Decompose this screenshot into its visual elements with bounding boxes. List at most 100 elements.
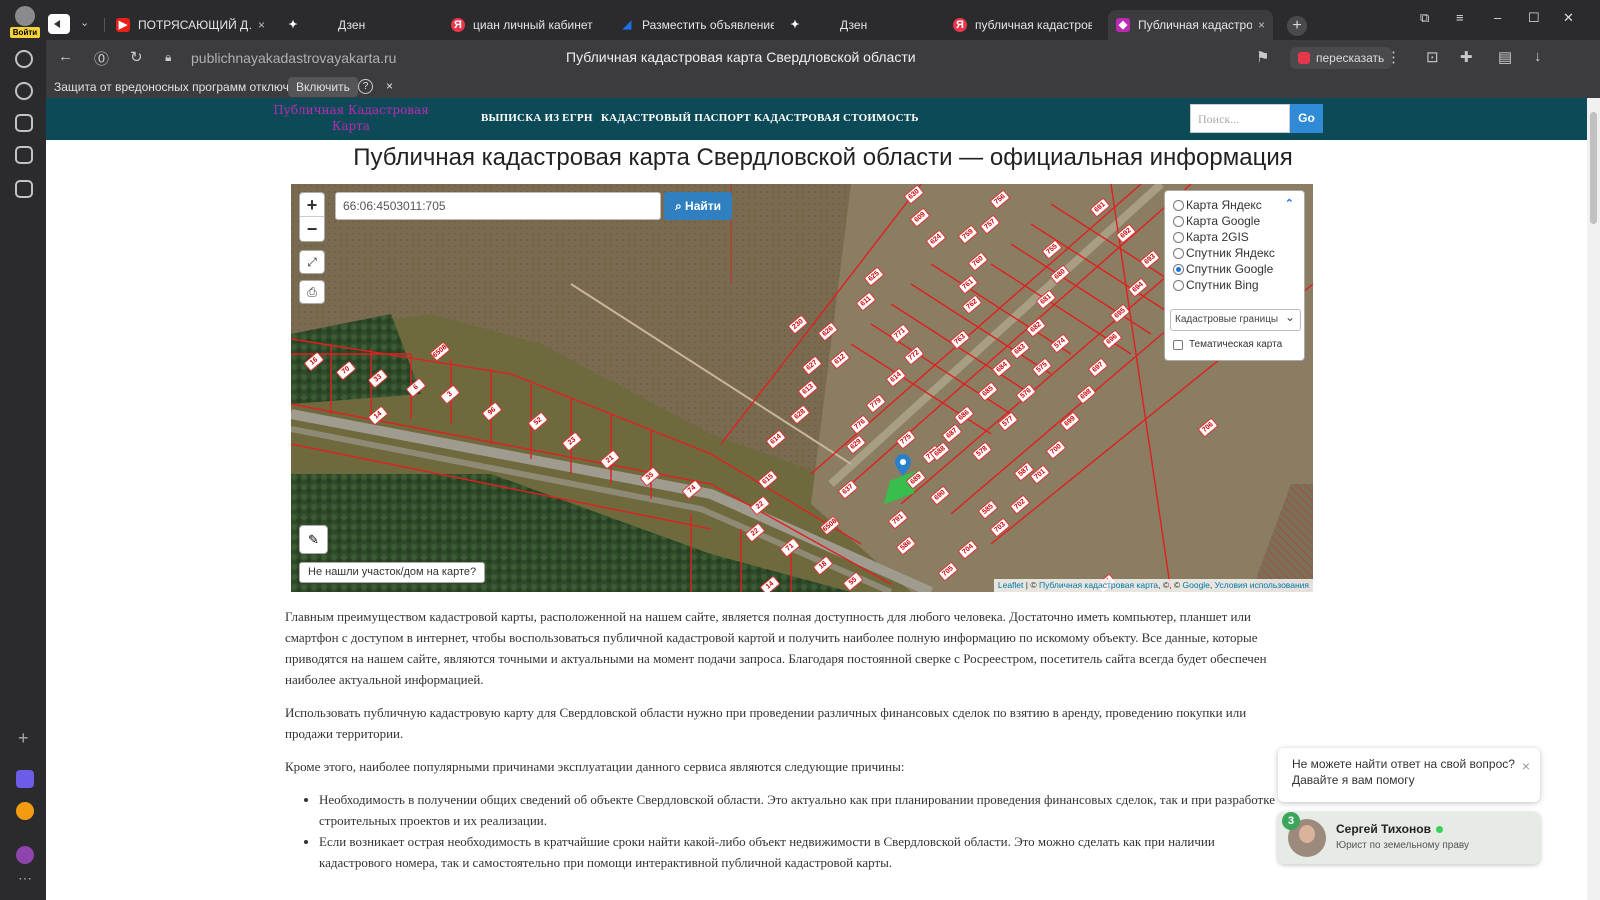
close-icon[interactable]: × <box>1258 18 1265 32</box>
layer-yandex-satellite[interactable]: Спутник Яндекс <box>1173 245 1275 261</box>
yandex-icon: Я <box>451 18 465 32</box>
leaflet-link[interactable]: Leaflet <box>998 580 1024 590</box>
site-logo[interactable]: Публичная Кадастровая Карта <box>271 102 431 134</box>
bookmark-icon[interactable]: ⚑ <box>1256 48 1269 66</box>
tab-zen[interactable]: ✦ Дзен <box>278 10 428 40</box>
layer-bing-satellite[interactable]: Спутник Bing <box>1173 277 1259 293</box>
layer-yandex-map[interactable]: Карта Яндекс <box>1173 197 1262 213</box>
screenshot-icon[interactable] <box>15 180 33 198</box>
market-icon[interactable] <box>16 802 34 820</box>
nav-passport[interactable]: КАДАСТРОВЫЙ ПАСПОРТ <box>601 112 751 124</box>
online-indicator-icon <box>1436 826 1443 833</box>
tab-search-cadastre[interactable]: Я публичная кадастровая к… <box>945 10 1100 40</box>
add-icon[interactable]: + <box>18 728 29 749</box>
tab-cian-search[interactable]: Я циан личный кабинет вой… <box>443 10 603 40</box>
page-scrollbar[interactable] <box>1587 98 1600 900</box>
article-content: Главным преимуществом кадастровой карты,… <box>285 606 1285 873</box>
alice-icon[interactable] <box>16 846 34 864</box>
chevron-up-icon[interactable]: ⌃ <box>1285 197 1294 210</box>
help-icon[interactable]: ? <box>358 79 373 94</box>
terms-link[interactable]: Условия использования <box>1215 580 1309 590</box>
tab-active-cadastre[interactable]: ◆ Публичная кадастрова… × <box>1108 10 1273 40</box>
protect-icon[interactable]: ⓪ <box>94 48 109 69</box>
minimize-icon[interactable]: – <box>1494 10 1501 25</box>
password-icon[interactable]: ⊡ <box>1426 48 1439 66</box>
media-icon[interactable] <box>15 82 33 100</box>
enable-protection-button[interactable]: Включить <box>288 77 358 97</box>
tab-title: Разместить объявление о… <box>642 18 774 32</box>
history-icon[interactable] <box>15 50 33 68</box>
radio-icon[interactable] <box>1173 279 1184 291</box>
layer-google-map[interactable]: Карта Google <box>1173 213 1260 229</box>
radio-icon[interactable] <box>1173 231 1184 243</box>
reasons-list: Необходимость в получении общих сведений… <box>285 789 1285 873</box>
site-icon: ◆ <box>1116 18 1130 32</box>
chat-agent-card[interactable]: 3 Сергей Тихонов Юрист по земельному пра… <box>1278 812 1540 864</box>
chat-bubble[interactable]: Не можете найти ответ на свой вопрос? Да… <box>1278 748 1540 802</box>
close-window-icon[interactable]: ✕ <box>1563 10 1574 26</box>
tab-zen-2[interactable]: ✦ Дзен <box>780 10 930 40</box>
nav-egrn[interactable]: ВЫПИСКА ИЗ ЕГРН <box>481 112 593 124</box>
security-infobar: Защита от вредоносных программ отключена… <box>46 76 1600 98</box>
scrollbar-thumb[interactable] <box>1590 112 1597 224</box>
reload-icon[interactable]: ↻ <box>130 48 143 66</box>
nav-cost[interactable]: КАДАСТРОВАЯ СТОИМОСТЬ <box>754 112 919 124</box>
extensions-icon[interactable]: ✚ <box>1460 48 1473 66</box>
zoom-out-button[interactable]: − <box>300 217 324 241</box>
maximize-icon[interactable]: ☐ <box>1528 10 1540 26</box>
fullscreen-icon[interactable]: ⤢ <box>299 250 325 274</box>
print-icon[interactable]: ⎙ <box>299 280 325 304</box>
cian-icon: ◢ <box>622 19 632 31</box>
site-link[interactable]: Публичная кадастровая карта <box>1039 580 1158 590</box>
retell-button[interactable]: пересказать <box>1290 47 1393 69</box>
cadastral-number-input[interactable]: 66:06:4503011:705 <box>335 192 661 220</box>
sound-icon[interactable] <box>48 14 70 34</box>
tab-youtube[interactable]: ▶ ПОТРЯСАЮЩИЙ Д… × <box>108 10 273 40</box>
chevron-down-icon[interactable]: ⌄ <box>80 16 89 29</box>
paragraph: Использовать публичную кадастровую карту… <box>285 705 1247 741</box>
find-label: Найти <box>685 199 722 213</box>
tab-cian[interactable]: ◢ Разместить объявление о… <box>612 10 782 40</box>
close-icon[interactable]: × <box>258 18 265 32</box>
download-icon[interactable]: ↓ <box>1534 48 1542 65</box>
cube-icon[interactable] <box>16 770 34 788</box>
layer-2gis-map[interactable]: Карта 2GIS <box>1173 229 1249 245</box>
calendar-icon[interactable] <box>15 114 33 132</box>
site-search-button[interactable]: Go <box>1290 104 1323 133</box>
login-button[interactable]: Войти <box>10 6 40 38</box>
search-icon: ⌕ <box>674 199 686 213</box>
overlay-select[interactable]: Кадастровые границы <box>1170 309 1301 331</box>
paragraph: Главным преимуществом кадастровой карты,… <box>285 609 1267 687</box>
thematic-map-toggle[interactable]: Тематическая карта <box>1173 339 1282 350</box>
find-button[interactable]: ⌕ Найти <box>664 192 732 220</box>
collections-icon[interactable] <box>15 146 33 164</box>
radio-icon[interactable] <box>1173 263 1184 275</box>
chat-widget: Не можете найти ответ на свой вопрос? Да… <box>1278 748 1540 866</box>
radio-icon[interactable] <box>1173 199 1184 211</box>
url-field[interactable]: publichnayakadastrovayakarta.ru <box>191 50 396 66</box>
unread-badge: 3 <box>1282 812 1300 830</box>
new-tab-button[interactable]: + <box>1287 16 1307 36</box>
radio-icon[interactable] <box>1173 215 1184 227</box>
back-icon[interactable]: ← <box>58 48 73 65</box>
chat-close-icon[interactable]: × <box>1522 758 1530 774</box>
lock-icon[interactable]: 🔒︎ <box>165 50 171 65</box>
menu-icon[interactable]: ≡ <box>1456 10 1464 25</box>
bookmarks-icon[interactable]: ⧉ <box>1420 10 1429 26</box>
layer-label: Карта Яндекс <box>1186 198 1262 212</box>
site-search-input[interactable]: Поиск... <box>1190 104 1290 133</box>
layer-google-satellite[interactable]: Спутник Google <box>1173 261 1273 277</box>
layer-label: Карта 2GIS <box>1186 230 1249 244</box>
ruler-icon[interactable]: ✎ <box>299 525 328 554</box>
zoom-in-button[interactable]: + <box>300 193 324 217</box>
zen-icon: ✦ <box>288 19 298 31</box>
cadastral-map[interactable]: 16 70 33 6 3 96 52 23 21 35 74 22 22 71 18 55 14 14 6508 65… <box>291 184 1313 592</box>
infobar-close-icon[interactable]: × <box>386 79 393 93</box>
more-icon[interactable]: ⋯ <box>18 870 32 887</box>
not-found-button[interactable]: Не нашли участок/дом на карте? <box>299 562 486 583</box>
google-link[interactable]: Google <box>1183 580 1210 590</box>
checkbox-icon[interactable] <box>1173 339 1183 350</box>
more-vertical-icon[interactable]: ⋮ <box>1386 48 1401 66</box>
radio-icon[interactable] <box>1173 247 1184 259</box>
reader-icon[interactable]: ▤ <box>1498 48 1512 66</box>
